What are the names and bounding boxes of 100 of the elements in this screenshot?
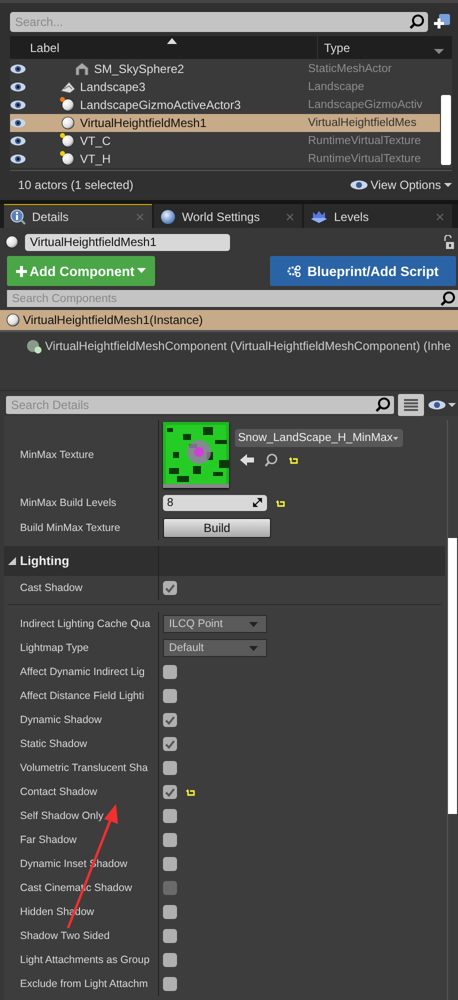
search-field[interactable]: Search Details [6,396,394,414]
checkbox[interactable] [163,953,177,967]
outliner-row[interactable]: VT_H RuntimeVirtualTexture [10,150,440,168]
caret-icon [392,436,398,440]
tab[interactable]: World Settings [154,204,302,228]
eye-icon[interactable] [10,136,26,146]
checkbox[interactable] [163,713,177,727]
grid-icon [404,399,418,411]
checkbox[interactable] [163,737,177,751]
sphere-icon [5,235,19,249]
property-label: Contact Shadow [20,786,98,798]
reset-icon[interactable] [275,498,285,506]
property-label: MinMax Texture [20,449,94,461]
sort-arrow-icon [167,38,177,44]
close-icon[interactable] [286,212,294,220]
caret-icon [249,646,258,650]
tab[interactable]: Levels [304,204,452,228]
globe-icon [160,208,176,224]
checkbox[interactable] [163,761,177,775]
search-icon[interactable] [375,397,391,413]
property-label: Indirect Lighting Cache Qua [20,618,150,630]
outliner-row[interactable]: VT_C RuntimeVirtualTexture [10,132,440,150]
reset-icon[interactable] [288,456,298,464]
outliner-row[interactable]: VirtualHeightfieldMesh1 VirtualHeightfieldMes [10,114,440,132]
property-label: Self Shadow Only [20,810,104,822]
outliner-row[interactable]: LandscapeGizmoActiveActor3 LandscapeGizmoActiv [10,96,440,114]
scrollbar-thumb[interactable] [441,94,451,165]
eye-icon[interactable] [10,154,26,164]
search-input[interactable]: Search... [15,14,409,29]
checkbox[interactable] [163,833,177,847]
outliner-row[interactable]: Landscape3 Landscape [10,78,440,96]
property-label: Volumetric Translucent Sha [20,762,148,774]
caret-icon [249,622,258,626]
checkbox[interactable] [163,905,177,919]
dropdown-arrow-icon[interactable] [434,48,444,55]
name-field[interactable]: VirtualHeightfieldMesh1 [25,234,230,250]
caret-icon [448,402,456,408]
checkbox[interactable] [163,977,177,991]
category-header[interactable]: Lighting [4,546,445,576]
caret-icon [137,268,146,274]
search-icon[interactable] [409,14,425,30]
component-row[interactable]: VirtualHeightfieldMesh1(Instance) [0,310,458,332]
search-field[interactable]: Search... [10,12,428,32]
mesh-icon [75,62,89,76]
search-icon[interactable] [440,290,456,306]
dropdown[interactable]: Default [163,639,267,657]
sphere-icon [61,134,75,148]
search-input[interactable]: Search Details [11,398,375,412]
left-arrow-icon[interactable] [240,454,254,466]
resize-icon[interactable] [253,498,262,507]
sphere-icon [6,313,20,327]
checkbox[interactable] [163,665,177,679]
search-input[interactable]: Search Components [12,292,440,304]
scrollbar-thumb[interactable] [448,538,457,814]
property-label: Affect Distance Field Lighti [20,690,144,702]
visibility-button[interactable] [428,400,456,410]
checkbox[interactable] [163,785,177,799]
eye-icon[interactable] [10,100,26,110]
landscape-icon [60,80,76,94]
property-label: Affect Dynamic Indirect Lig [20,666,145,678]
build-button[interactable]: Build [163,518,271,538]
info-icon [10,208,26,224]
lock-icon[interactable] [443,235,455,249]
property-label: Shadow Two Sided [20,930,110,942]
property-label: Lightmap Type [20,642,89,654]
number-field[interactable]: 8 [163,494,267,510]
eye-icon[interactable] [10,82,26,92]
tab[interactable]: Details [4,204,152,228]
search-icon[interactable] [264,453,278,467]
checkbox[interactable] [163,929,177,943]
levels-icon [310,210,328,224]
sphere-icon [61,116,75,130]
checkbox[interactable] [163,689,177,703]
checkbox[interactable] [163,857,177,871]
search-field[interactable]: Search Components [7,290,458,307]
property-label: Exclude from Light Attachm [20,978,148,990]
asset-dropdown[interactable]: Snow_LandScape_H_MinMax [235,429,403,447]
property-matrix-button[interactable] [398,394,424,416]
eye-icon[interactable] [10,64,26,74]
close-icon[interactable] [436,212,444,220]
expand-arrow-icon [8,557,16,565]
blueprint-button[interactable]: Blueprint/Add Script [270,256,456,286]
checkbox[interactable] [163,809,177,823]
property-label: Far Shadow [20,834,77,846]
view-options-button[interactable]: View Options [350,178,452,192]
dropdown[interactable]: ILCQ Point [163,615,267,633]
column-header[interactable]: Type [318,36,452,59]
property-label: Build MinMax Texture [20,522,120,534]
eye-icon[interactable] [10,118,26,128]
checkbox[interactable] [163,581,177,595]
property-label: Light Attachments as Group [20,954,150,966]
component-icon [26,338,42,354]
caret-icon [444,182,452,188]
reset-icon[interactable] [185,788,195,796]
gears-icon [287,265,302,277]
outliner-row[interactable]: SM_SkySphere2 StaticMeshActor [10,60,440,78]
sphere-icon [61,152,75,166]
property-label: Dynamic Shadow [20,714,102,726]
component-row[interactable]: VirtualHeightfieldMeshComponent (VirtualHeightfieldMeshComponent) (Inhe [0,332,458,360]
eye-icon [428,400,446,410]
